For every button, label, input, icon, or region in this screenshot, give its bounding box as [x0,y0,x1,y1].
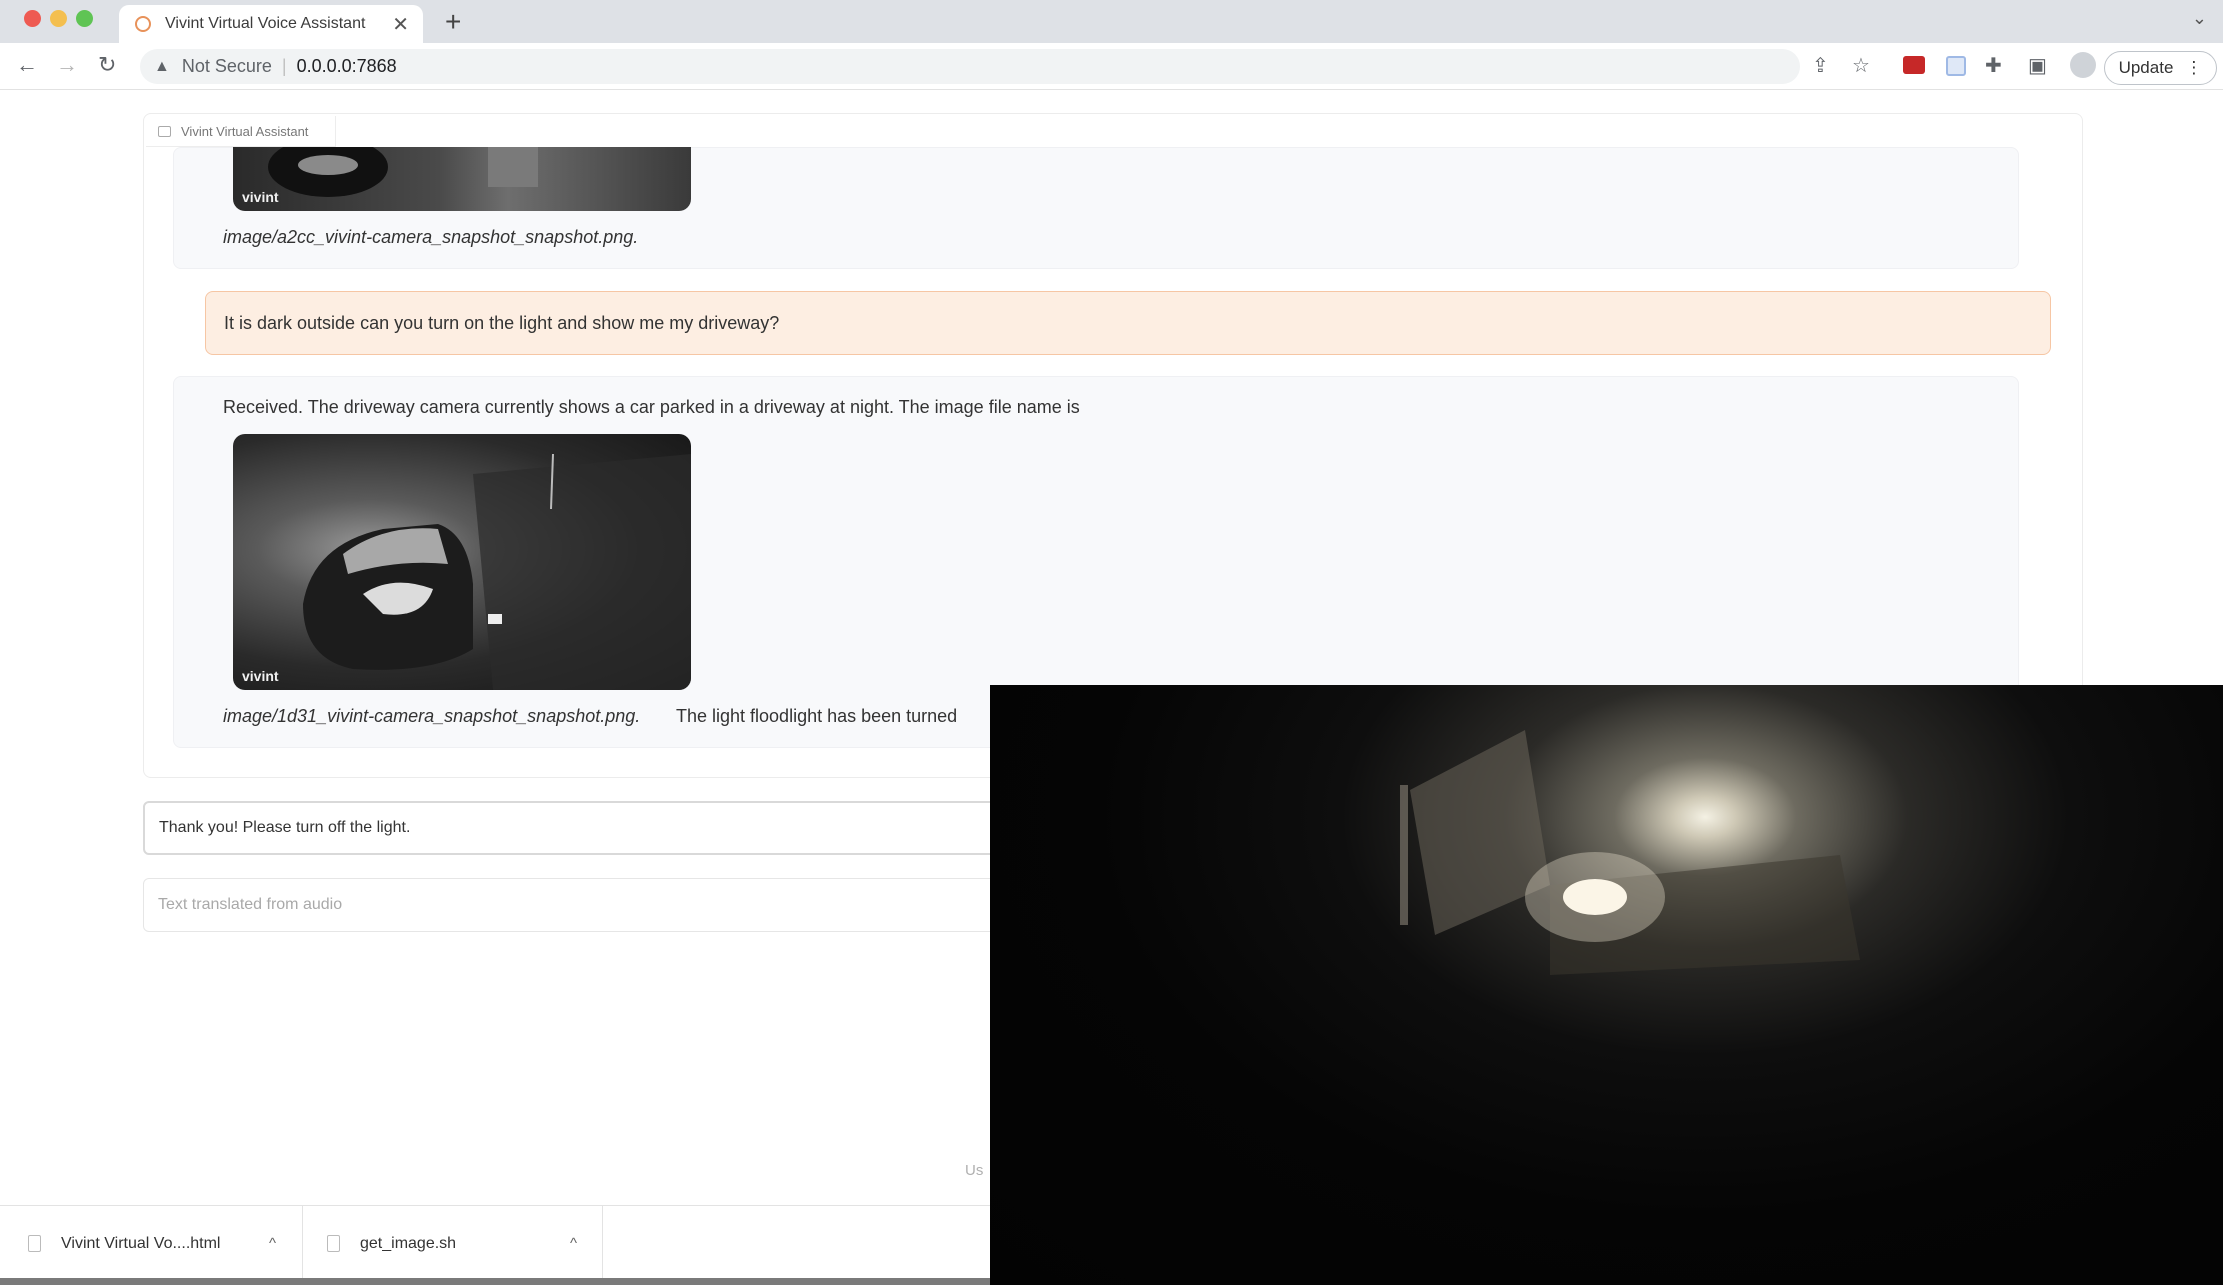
camera-snapshot-image: vivint [233,434,691,690]
new-tab-button[interactable]: + [445,6,461,38]
warning-triangle-icon[interactable]: ▲ [154,58,170,76]
url-text[interactable]: 0.0.0.0:7868 [297,56,397,77]
download-item[interactable]: get_image.sh ^ [303,1206,603,1281]
message-input-value: Thank you! Please turn off the light. [159,819,411,836]
security-status[interactable]: Not Secure [182,56,272,77]
tab-close-icon[interactable]: ✕ [392,12,409,37]
file-icon [28,1235,41,1252]
update-label: Update [2118,58,2174,77]
back-button[interactable]: ← [16,52,38,78]
browser-tab-active[interactable]: Vivint Virtual Voice Assistant ✕ [119,5,423,43]
window-controls [24,10,93,27]
tab-favicon-icon [135,16,151,32]
close-window-button[interactable] [24,10,41,27]
user-message-text: It is dark outside can you turn on the l… [224,312,780,333]
download-filename: get_image.sh [360,1234,457,1252]
chevron-up-icon[interactable]: ^ [269,1235,276,1252]
vivint-logo: vivint [242,189,279,205]
assistant-message-text-continued: The light floodlight has been turned [676,706,958,726]
footer-text: Us [965,1162,984,1179]
download-item[interactable]: Vivint Virtual Vo....html ^ [0,1206,303,1281]
chatbot-label: Vivint Virtual Assistant [146,116,336,147]
side-panel-icon[interactable]: ▣ [2028,53,2047,78]
image-filename: image/1d31_vivint-camera_snapshot_snapsh… [223,706,641,726]
address-separator: | [281,56,287,76]
screen: Vivint Virtual Voice Assistant ✕ + ⌄ ← →… [0,0,2223,1285]
camera-snapshot-image: vivint [233,147,691,211]
minimize-window-button[interactable] [50,10,67,27]
forward-button[interactable]: → [56,52,78,78]
file-icon [327,1235,340,1252]
tab-title: Vivint Virtual Voice Assistant [165,15,366,32]
more-menu-icon[interactable]: ⋮ [2185,58,2202,78]
browser-tab-strip: Vivint Virtual Voice Assistant ✕ + ⌄ [0,0,2223,43]
live-camera-video-overlay [990,685,2223,1285]
update-button[interactable]: Update ⋮ [2104,51,2217,85]
reload-button[interactable]: ↻ [98,52,116,78]
assistant-message-text: Received. The driveway camera currently … [223,397,1080,417]
extension-doc-icon[interactable] [1946,56,1966,76]
browser-toolbar: ← → ↻ ▲ Not Secure | 0.0.0.0:7868 ⇪ ☆ ✚ … [0,43,2223,90]
chat-bubble-icon [158,125,171,137]
chevron-up-icon[interactable]: ^ [570,1235,577,1252]
maximize-window-button[interactable] [76,10,93,27]
vivint-logo: vivint [242,668,279,684]
address-bar[interactable]: ▲ Not Secure | 0.0.0.0:7868 [140,49,1800,84]
chatbot-label-text: Vivint Virtual Assistant [181,123,309,139]
user-message: It is dark outside can you turn on the l… [205,291,2051,355]
image-filename: image/a2cc_vivint-camera_snapshot_snapsh… [223,227,639,247]
star-icon[interactable]: ☆ [1852,53,1870,78]
extension-red-icon[interactable] [1903,56,1925,74]
puzzle-icon[interactable]: ✚ [1985,53,2002,78]
audio-text-placeholder: Text translated from audio [158,896,343,913]
share-icon[interactable]: ⇪ [1812,53,1829,78]
avatar-icon[interactable] [2070,52,2096,78]
tab-search-chevron-icon[interactable]: ⌄ [2192,8,2207,29]
download-filename: Vivint Virtual Vo....html [61,1234,221,1252]
